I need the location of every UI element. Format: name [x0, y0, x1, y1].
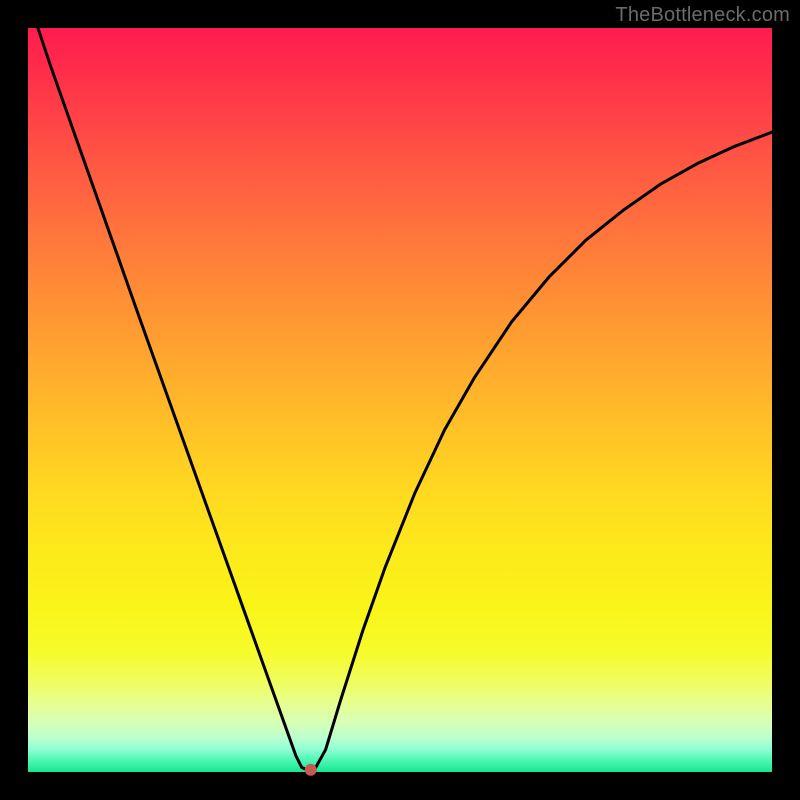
- watermark-text: TheBottleneck.com: [615, 4, 790, 27]
- chart-frame: TheBottleneck.com: [0, 0, 800, 800]
- curve-svg: [28, 28, 772, 772]
- optimal-point-marker: [305, 764, 317, 776]
- plot-area: [28, 28, 772, 772]
- bottleneck-curve: [28, 0, 772, 770]
